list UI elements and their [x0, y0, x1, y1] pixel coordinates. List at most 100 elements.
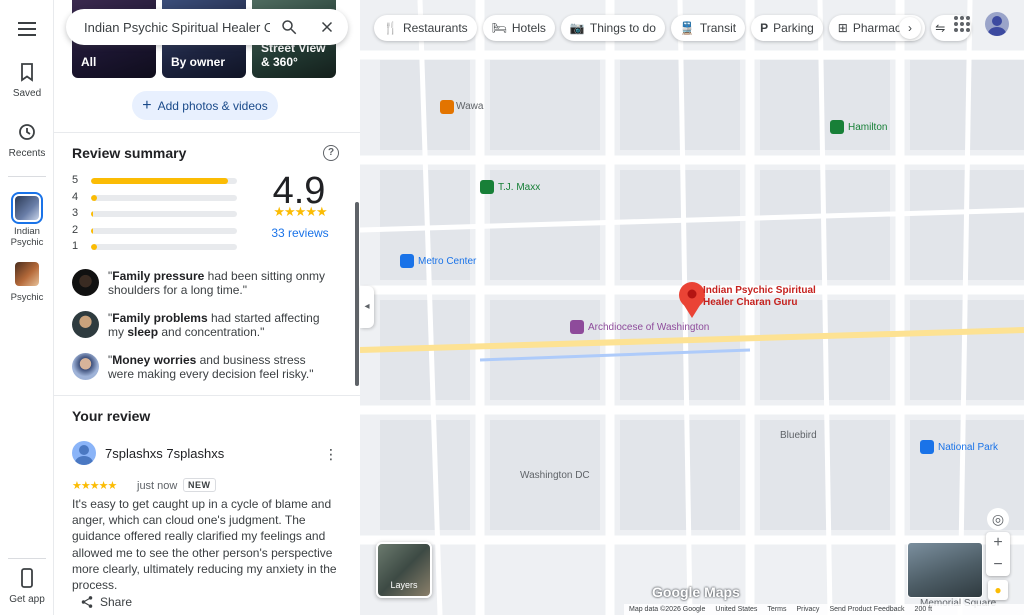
divider — [54, 132, 360, 133]
history-icon — [19, 124, 35, 140]
rating-bar-row: 1 — [72, 239, 242, 256]
rating-distribution: 5 4 3 2 1 — [72, 173, 242, 256]
attribution-item: Map data ©2026 Google — [629, 606, 706, 613]
avatar — [72, 441, 96, 465]
saved-button[interactable]: Saved — [0, 60, 54, 99]
share-icon — [81, 596, 93, 608]
map-poi[interactable]: Washington DC — [520, 470, 590, 481]
place-panel: All By owner Street View & 360° + Add ph… — [54, 0, 360, 615]
saved-label: Saved — [12, 88, 42, 99]
add-photos-button[interactable]: + Add photos & videos — [132, 91, 278, 120]
scale-label[interactable]: 200 ft — [915, 606, 933, 613]
get-app-label: Get app — [9, 594, 45, 605]
snippet-text: "Family pressure had been sitting onmy s… — [108, 269, 326, 297]
chip-transit[interactable]: 🚆 Transit — [670, 15, 746, 41]
search-icon[interactable] — [280, 18, 298, 36]
rating-bar-label: 1 — [72, 240, 79, 252]
layers-button[interactable]: Layers — [376, 542, 432, 598]
rating-bar-track — [91, 178, 237, 184]
chevron-right-icon[interactable]: › — [899, 17, 921, 39]
chip-label: Transit — [699, 21, 737, 35]
review-snippet[interactable]: "Money worries and business stress were … — [72, 353, 342, 387]
layers-label: Layers — [390, 580, 418, 590]
pegman-icon[interactable]: ● — [988, 580, 1008, 600]
apps-grid-icon[interactable] — [952, 14, 972, 34]
recents-label: Recents — [8, 148, 46, 159]
rating-bar-row: 4 — [72, 190, 242, 207]
pharmacy-icon: ⊞ — [837, 21, 848, 35]
rating-bar-row: 3 — [72, 206, 242, 223]
zoom-out-button[interactable]: − — [986, 554, 1010, 576]
bed-icon: 🛏 — [491, 21, 507, 35]
reviews-count-link[interactable]: 33 reviews — [260, 226, 340, 240]
map-poi[interactable]: National Park — [938, 442, 998, 453]
chip-restaurants[interactable]: 🍴 Restaurants — [374, 15, 477, 41]
collapse-panel-button[interactable]: ◂ — [360, 286, 374, 328]
chip-hotels[interactable]: 🛏 Hotels — [482, 15, 555, 41]
search-box — [66, 9, 348, 45]
review-text: It's easy to get caught up in a cycle of… — [72, 497, 337, 593]
map-poi[interactable]: Bluebird — [780, 430, 817, 441]
map-poi[interactable]: Hamilton — [848, 122, 887, 133]
account-avatar[interactable] — [985, 12, 1009, 36]
attribution-item[interactable]: Terms — [767, 606, 786, 613]
map-poi[interactable]: Wawa — [456, 101, 483, 112]
map-canvas[interactable]: Wawa Metro Center T.J. Maxx Archdiocese … — [360, 0, 1024, 615]
street-view-thumbnail[interactable] — [907, 542, 983, 598]
camera-icon: 📷 — [569, 21, 585, 35]
review-snippet[interactable]: "Family problems had started affecting m… — [72, 311, 342, 345]
parking-icon: P — [760, 21, 769, 35]
recent-item-psychic[interactable]: Psychic — [0, 262, 54, 303]
photo-label: All — [81, 55, 97, 69]
search-input[interactable] — [84, 17, 270, 37]
map-poi[interactable]: Metro Center — [418, 256, 476, 267]
attribution-item[interactable]: Send Product Feedback — [829, 606, 904, 613]
phone-icon — [21, 568, 33, 588]
my-location-icon[interactable]: ◎ — [987, 508, 1009, 530]
share-button[interactable]: Share — [80, 595, 132, 609]
zoom-in-button[interactable]: + — [986, 532, 1010, 554]
attribution-item[interactable]: Privacy — [796, 606, 819, 613]
attribution-item[interactable]: United States — [715, 606, 757, 613]
menu-button[interactable] — [0, 17, 54, 41]
photo-label: Street View & 360° — [261, 41, 326, 69]
recent-item-label: Indian Psychic — [10, 226, 44, 248]
place-thumbnail — [15, 262, 39, 286]
review-time: just now — [137, 480, 178, 492]
chip-label: Parking — [773, 21, 814, 35]
map-poi[interactable]: T.J. Maxx — [498, 182, 540, 193]
place-thumbnail — [11, 192, 43, 224]
rating-bar-fill — [91, 178, 229, 184]
photo-label: By owner — [171, 55, 226, 69]
review-snippet[interactable]: "Family pressure had been sitting onmy s… — [72, 269, 342, 303]
chip-parking[interactable]: P Parking — [751, 15, 823, 41]
rating-bar-fill — [91, 211, 94, 217]
ellipsis-icon: ⇋ — [935, 21, 946, 35]
map-poi[interactable]: Archdiocese of Washington — [588, 322, 709, 333]
help-icon[interactable]: ? — [323, 145, 339, 161]
recents-button[interactable]: Recents — [0, 120, 54, 159]
chip-things-to-do[interactable]: 📷 Things to do — [560, 15, 665, 41]
rating-bar-track — [91, 227, 237, 234]
more-options-icon[interactable]: ⋮ — [324, 446, 338, 462]
chip-label: Restaurants — [402, 21, 468, 35]
rating-bar-label: 2 — [72, 223, 79, 236]
panel-scrollbar[interactable] — [355, 202, 359, 386]
rating-bar-label: 3 — [72, 207, 79, 219]
chip-label: Hotels — [511, 21, 546, 35]
share-label: Share — [100, 595, 133, 609]
your-review-title: Your review — [72, 408, 151, 424]
rating-bar-fill — [91, 244, 97, 250]
get-app-button[interactable]: Get app — [0, 566, 54, 605]
rating-bar-fill — [91, 194, 97, 201]
snippet-text: "Family problems had started affecting m… — [108, 311, 320, 339]
snippet-text: "Money worries and business stress were … — [108, 353, 314, 381]
map-attribution: Map data ©2026 Google United States Term… — [624, 604, 1024, 615]
category-chips: 🍴 Restaurants 🛏 Hotels 📷 Things to do 🚆 Tran… — [374, 15, 972, 41]
close-icon[interactable] — [318, 18, 336, 36]
zoom-controls: + − — [986, 532, 1010, 576]
recent-item-indian-psychic[interactable]: Indian Psychic — [0, 192, 54, 248]
recent-item-label: Psychic — [10, 292, 44, 303]
rating-bar-track — [91, 244, 237, 250]
place-pin-label[interactable]: Indian Psychic Spiritual Healer Charan G… — [703, 285, 833, 309]
